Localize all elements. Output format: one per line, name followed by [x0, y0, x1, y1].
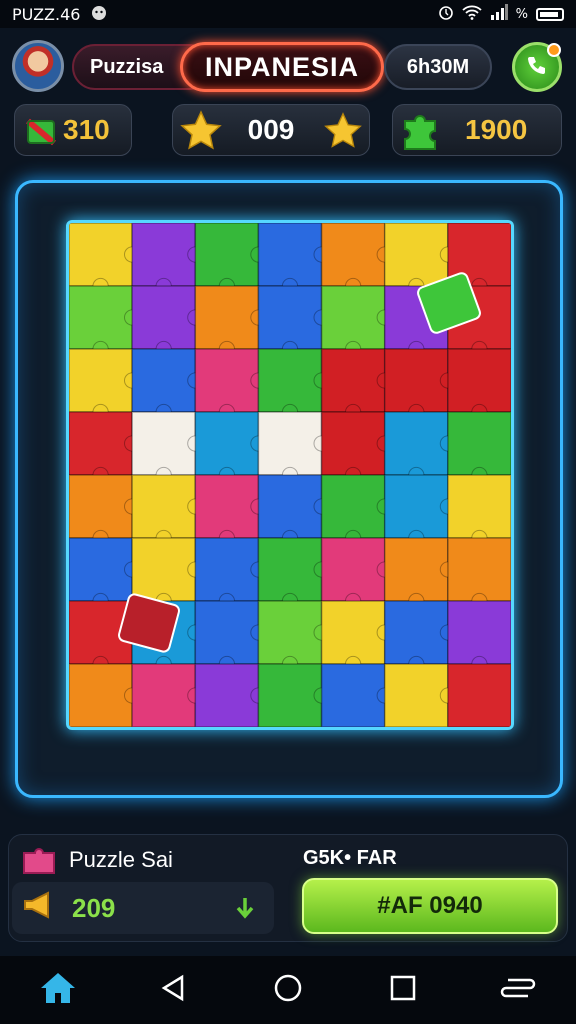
puzzle-piece: [447, 348, 511, 413]
puzzle-piece: [131, 411, 196, 476]
puzzle-board[interactable]: [66, 220, 514, 730]
puzzle-piece: [194, 600, 260, 665]
stars-value: 009: [247, 114, 295, 145]
home-icon: [38, 970, 78, 1010]
puzzle-piece: [69, 474, 133, 539]
battery-icon: [536, 7, 564, 21]
puzzle-piece: [257, 348, 323, 413]
puzzle-piece: [69, 285, 133, 350]
puzzle-piece: [257, 474, 323, 539]
puzzle-piece: [320, 223, 386, 287]
puzzles-value: 310: [63, 114, 110, 145]
puzzle-piece: [69, 411, 133, 476]
arrow-down-icon: [234, 896, 256, 927]
nav-recents[interactable]: [379, 966, 427, 1014]
puzzle-piece: [320, 537, 386, 602]
puzzle-piece: [383, 663, 449, 727]
puzzle-piece: [69, 223, 133, 287]
nav-bar: [0, 956, 576, 1024]
puzzle-piece: [257, 663, 323, 727]
puzzle-piece: [383, 411, 449, 476]
puzzle-piece: [194, 348, 260, 413]
coins-value: 209: [72, 892, 116, 923]
puzzles-counter: 310: [14, 104, 132, 156]
puzzle-piece: [447, 474, 511, 539]
puzzle-piece: [383, 348, 449, 413]
puzzle-piece-icon: [399, 109, 443, 160]
puzzle-grid[interactable]: [69, 223, 511, 727]
puzzle-piece: [320, 663, 386, 727]
puzzle-piece: [320, 411, 386, 476]
notification-dot: [547, 43, 561, 57]
player-avatar[interactable]: [12, 40, 64, 92]
puzzle-piece: [131, 348, 196, 413]
alarm-icon: [438, 4, 454, 24]
puzzle-piece: [447, 411, 511, 476]
coins-counter: 209: [12, 882, 274, 934]
puzzle-piece: [320, 285, 386, 350]
puzzle-title: INPANESIA: [180, 42, 384, 92]
puzzle-piece: [194, 537, 260, 602]
nav-menu[interactable]: [494, 966, 542, 1014]
nav-home[interactable]: [34, 966, 82, 1014]
menu-switch-icon: [500, 974, 536, 1006]
puzzle-piece: [383, 600, 449, 665]
puzzle-piece: [383, 474, 449, 539]
puzzle-piece: [447, 537, 511, 602]
status-time: PUZZ.46: [12, 4, 81, 24]
puzzle-piece: [131, 474, 196, 539]
puzzle-piece: [257, 411, 323, 476]
help-button[interactable]: [512, 42, 562, 92]
puzzle-piece: [320, 600, 386, 665]
right-label: G5K• FAR: [303, 847, 397, 869]
timer-display: 6h30M: [384, 44, 492, 90]
signal-icon: [490, 4, 508, 24]
star-icon: [179, 109, 223, 160]
puzzle-piece: [131, 223, 196, 287]
puzzle-piece: [320, 474, 386, 539]
pieces-value: 1900: [465, 114, 528, 145]
recents-square-icon: [389, 974, 417, 1006]
status-bar: PUZZ.46 %: [0, 0, 576, 28]
puzzle-piece: [194, 411, 260, 476]
puzzle-collection-icon: [21, 845, 57, 881]
puzzle-piece: [257, 223, 323, 287]
battery-percent: %: [515, 6, 528, 22]
android-icon: [90, 3, 108, 25]
puzzle-piece: [69, 663, 133, 727]
coin-horn-icon: [22, 890, 58, 927]
puzzle-piece: [447, 663, 511, 727]
puzzle-piece: [194, 474, 260, 539]
puzzle-piece: [194, 663, 260, 727]
puzzle-piece: [257, 285, 323, 350]
wifi-icon: [462, 4, 482, 24]
stars-counter: 009: [172, 104, 370, 156]
puzzle-box-icon: [25, 115, 57, 154]
home-circle-icon: [273, 973, 303, 1007]
top-bar: Puzzisa INPANESIA 6h30M: [0, 36, 576, 98]
nav-back[interactable]: [149, 966, 197, 1014]
puzzle-piece: [320, 348, 386, 413]
puzzle-piece: [69, 537, 133, 602]
phone-help-icon: [524, 52, 550, 82]
puzzle-piece: [131, 537, 196, 602]
puzzle-label: Puzzle Sai: [69, 847, 173, 872]
star-icon-right: [323, 111, 363, 158]
puzzle-piece: [383, 223, 449, 287]
puzzle-piece: [131, 285, 196, 350]
puzzle-piece: [257, 537, 323, 602]
play-button[interactable]: #AF 0940: [302, 878, 558, 934]
pieces-counter: 1900: [392, 104, 562, 156]
puzzle-piece: [131, 663, 196, 727]
puzzle-piece: [447, 600, 511, 665]
puzzle-piece: [383, 537, 449, 602]
nav-home-circle[interactable]: [264, 966, 312, 1014]
back-triangle-icon: [158, 973, 188, 1007]
puzzle-piece: [194, 285, 260, 350]
puzzle-piece: [194, 223, 260, 287]
puzzle-piece: [257, 600, 323, 665]
puzzle-piece: [69, 348, 133, 413]
